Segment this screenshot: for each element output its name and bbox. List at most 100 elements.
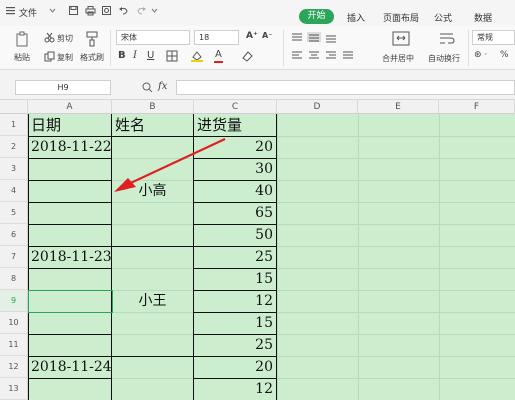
- column-header-c[interactable]: C: [194, 100, 277, 114]
- zoom-icon[interactable]: [142, 82, 153, 93]
- table-border: [28, 114, 29, 400]
- row-header-3[interactable]: 3: [0, 158, 28, 180]
- tab-formulas[interactable]: 公式: [434, 11, 452, 24]
- row-header-13[interactable]: 13: [0, 378, 28, 400]
- row-header-2[interactable]: 2: [0, 136, 28, 158]
- quantity-cell[interactable]: 50: [194, 224, 273, 246]
- table-border: [28, 202, 112, 203]
- ribbon-divider: [283, 30, 284, 66]
- row-header-1[interactable]: 1: [0, 114, 28, 136]
- table-border: [28, 378, 112, 379]
- quantity-cell[interactable]: 25: [194, 246, 273, 268]
- date-cell[interactable]: 2018-11-23: [31, 246, 112, 268]
- formula-input[interactable]: [176, 80, 515, 95]
- wrap-text-icon[interactable]: [438, 31, 456, 46]
- gridline: [439, 114, 440, 400]
- wrap-text-label[interactable]: 自动换行: [428, 53, 460, 64]
- tab-page-layout[interactable]: 页面布局: [383, 11, 419, 24]
- quantity-cell[interactable]: 65: [194, 202, 273, 224]
- font-size-select[interactable]: 18: [194, 30, 239, 45]
- ribbon-toolbar: 粘贴 剪切 复制 格式刷 宋体 18 A⁺ A⁻ B I U A 合并居中 自动…: [0, 26, 515, 70]
- undo-icon[interactable]: [118, 5, 129, 16]
- row-header-9[interactable]: 9: [0, 290, 28, 312]
- table-header-name[interactable]: 姓名: [115, 114, 145, 136]
- row-header-5[interactable]: 5: [0, 202, 28, 224]
- merge-center-label[interactable]: 合并居中: [382, 53, 414, 64]
- hamburger-menu-icon[interactable]: [5, 5, 16, 16]
- active-row-highlight: [28, 290, 113, 313]
- format-painter-label[interactable]: 格式刷: [80, 52, 104, 63]
- decrease-font-icon[interactable]: A⁻: [262, 31, 272, 40]
- increase-font-icon[interactable]: A⁺: [246, 31, 258, 41]
- file-menu[interactable]: 文件: [19, 6, 37, 19]
- quantity-cell[interactable]: 25: [194, 334, 273, 356]
- select-all-corner[interactable]: [0, 100, 28, 114]
- name-cell[interactable]: 小王: [112, 290, 193, 312]
- table-header-quantity[interactable]: 进货量: [197, 114, 242, 136]
- table-border: [28, 290, 112, 291]
- bold-icon[interactable]: B: [118, 50, 126, 61]
- tab-insert[interactable]: 插入: [347, 11, 365, 24]
- date-cell[interactable]: 2018-11-22: [31, 136, 112, 158]
- copy-button[interactable]: 复制: [57, 52, 73, 63]
- row-header-7[interactable]: 7: [0, 246, 28, 268]
- paste-label[interactable]: 粘贴: [14, 52, 30, 63]
- redo-icon[interactable]: [136, 5, 147, 16]
- table-header-date[interactable]: 日期: [31, 114, 61, 136]
- merge-center-icon[interactable]: [392, 31, 410, 46]
- column-header-e[interactable]: E: [358, 100, 439, 114]
- save-icon[interactable]: [68, 5, 79, 16]
- column-header-d[interactable]: D: [277, 100, 358, 114]
- date-cell[interactable]: 2018-11-24: [31, 356, 112, 378]
- fx-icon[interactable]: fx: [158, 81, 167, 92]
- row-header-4[interactable]: 4: [0, 180, 28, 202]
- column-header-a[interactable]: A: [28, 100, 112, 114]
- underline-icon[interactable]: U: [147, 50, 154, 61]
- quantity-cell[interactable]: 12: [194, 290, 273, 312]
- font-color-icon[interactable]: A: [215, 49, 222, 60]
- paste-icon[interactable]: [15, 31, 31, 47]
- table-border: [28, 180, 112, 181]
- cut-button[interactable]: 剪切: [57, 33, 73, 44]
- border-icon[interactable]: [166, 50, 178, 62]
- quantity-cell[interactable]: 12: [194, 378, 273, 400]
- name-box[interactable]: H9: [15, 80, 111, 95]
- ribbon-divider: [110, 30, 111, 66]
- print-preview-icon[interactable]: [101, 5, 112, 16]
- quantity-cell[interactable]: 20: [194, 356, 273, 378]
- alignment-group-icon[interactable]: [290, 32, 362, 64]
- tab-data[interactable]: 数据: [474, 11, 492, 24]
- quantity-cell[interactable]: 15: [194, 312, 273, 334]
- ribbon-divider: [468, 30, 469, 66]
- number-format-select[interactable]: 常规: [472, 30, 515, 45]
- format-painter-icon[interactable]: [85, 31, 99, 47]
- clear-format-icon[interactable]: [240, 50, 254, 62]
- chevron-down-icon[interactable]: [49, 5, 56, 16]
- gridline: [277, 114, 278, 400]
- font-name-select[interactable]: 宋体: [116, 30, 190, 45]
- font-color-swatch: [214, 61, 223, 63]
- currency-format-icon[interactable]: ⊛ ·: [474, 50, 487, 60]
- row-header-10[interactable]: 10: [0, 312, 28, 334]
- row-header-8[interactable]: 8: [0, 268, 28, 290]
- chevron-down-icon[interactable]: [151, 5, 158, 16]
- row-header-6[interactable]: 6: [0, 224, 28, 246]
- table-border: [28, 224, 112, 225]
- row-header-11[interactable]: 11: [0, 334, 28, 356]
- menu-bar: 文件 开始 插入 页面布局 公式 数据: [0, 0, 515, 26]
- row-header-12[interactable]: 12: [0, 356, 28, 378]
- scissors-icon[interactable]: [44, 32, 55, 43]
- print-icon[interactable]: [85, 5, 96, 16]
- table-border: [276, 114, 277, 400]
- column-header-b[interactable]: B: [112, 100, 194, 114]
- quantity-cell[interactable]: 15: [194, 268, 273, 290]
- formula-bar: H9 fx: [0, 70, 515, 100]
- spreadsheet-grid: A B C D E F 1 2 3 4 5 6 7 8 9 10 11 12 1…: [0, 100, 515, 400]
- column-header-f[interactable]: F: [439, 100, 515, 114]
- percent-format-icon[interactable]: %: [500, 50, 509, 60]
- copy-icon[interactable]: [44, 51, 55, 62]
- table-border: [28, 268, 112, 269]
- fill-color-icon[interactable]: [190, 50, 204, 62]
- italic-icon[interactable]: I: [133, 50, 137, 61]
- tab-home[interactable]: 开始: [299, 9, 334, 24]
